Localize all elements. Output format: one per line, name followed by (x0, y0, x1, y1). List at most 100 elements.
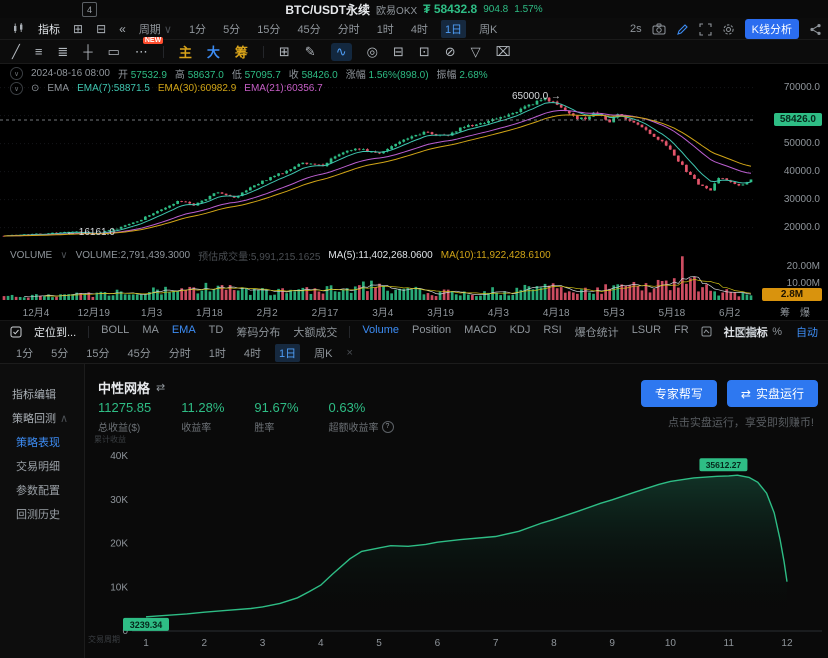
indicator-Position[interactable]: Position (412, 324, 451, 340)
ema-name: EMA (47, 83, 69, 94)
replay-icon[interactable]: « (119, 22, 126, 36)
close-tab-icon[interactable]: × (346, 347, 352, 359)
copy-tool-icon[interactable]: ⊞ (279, 44, 290, 60)
wave-brush-icon[interactable]: ∿ (331, 43, 352, 61)
indicator-KDJ[interactable]: KDJ (510, 324, 531, 340)
timeframe-4时[interactable]: 4时 (407, 20, 432, 38)
volume-name[interactable]: VOLUME (10, 250, 52, 261)
price-chart-region[interactable]: ∨ 2024-08-16 08:00 开 57532.9 高 58637.0 低… (0, 64, 828, 320)
rect-tool-icon[interactable]: ▭ (108, 44, 120, 60)
svg-text:30K: 30K (110, 495, 128, 506)
timeframe2-1日[interactable]: 1日 (275, 344, 300, 362)
eraser-icon[interactable]: ⊘ (445, 44, 456, 60)
timeframe2-1时[interactable]: 1时 (205, 344, 230, 362)
volume-collapse-icon[interactable]: ∨ (60, 250, 67, 261)
indicator-MACD[interactable]: MACD (464, 324, 496, 340)
ema30-value: EMA(30):60982.9 (158, 83, 236, 94)
sidebar-item-label: 策略表现 (16, 434, 60, 450)
share-icon[interactable] (809, 23, 822, 36)
axis-tool-icon-筹[interactable]: 筹 (780, 304, 790, 319)
locate-button[interactable]: 定位到... (34, 324, 76, 340)
timeframe2-15分[interactable]: 15分 (82, 344, 113, 362)
trash-icon[interactable]: ⌧ (496, 44, 511, 60)
price-tick-50000: 50000.0 (760, 138, 820, 149)
indicator-FR[interactable]: FR (674, 324, 689, 340)
refresh-interval[interactable]: 2s (630, 23, 642, 35)
scale-option-对数[interactable]: 对数 (736, 324, 758, 340)
price-change-pct: 1.57% (514, 4, 542, 15)
sidebar-item-回测历史[interactable]: 回测历史 (0, 502, 84, 526)
indicator-RSI[interactable]: RSI (543, 324, 561, 340)
channel-lines-icon[interactable]: ≣ (57, 44, 68, 60)
axis-tool-icon-爆[interactable]: 爆 (800, 304, 810, 319)
timeframe-周K[interactable]: 周K (475, 20, 501, 38)
timeframe2-周K[interactable]: 周K (310, 344, 336, 362)
timeframe-15分[interactable]: 15分 (253, 20, 284, 38)
large-text-toggle[interactable]: 大 (207, 42, 220, 61)
swap-strategy-icon[interactable]: ⇄ (156, 381, 165, 394)
template-icon[interactable]: ⊟ (393, 44, 404, 60)
candlestick-chart[interactable] (0, 64, 828, 320)
scale-option-%[interactable]: % (772, 326, 782, 338)
note-icon[interactable]: ⊡ (419, 44, 430, 60)
indicator-大额成交[interactable]: 大额成交 (293, 324, 337, 340)
main-chart-toggle[interactable]: 主 (179, 42, 192, 61)
pencil-tool-icon[interactable]: ✎ (305, 44, 316, 60)
scale-option-自动[interactable]: 自动 (796, 324, 818, 340)
cross-marker-icon[interactable]: ┼ (83, 44, 92, 59)
equity-curve-chart[interactable]: 010K20K30K40K123456789101112累计收益交易周期3239… (86, 430, 828, 658)
expert-write-button[interactable]: 专家帮写 (641, 380, 717, 407)
ema-indicator-dot[interactable]: ⊙ (31, 83, 39, 94)
indicator-BOLL[interactable]: BOLL (101, 324, 129, 340)
timeframe2-1分[interactable]: 1分 (12, 344, 37, 362)
action-buttons: 专家帮写 ⇄实盘运行 (641, 380, 818, 407)
svg-text:1: 1 (143, 638, 149, 649)
timeframe-1日[interactable]: 1日 (441, 20, 466, 38)
trend-line-icon[interactable]: ╱ (12, 44, 20, 60)
timeframe-分时[interactable]: 分时 (334, 20, 364, 38)
timeframe-5分[interactable]: 5分 (219, 20, 244, 38)
orderflow-icon[interactable]: ◎ (367, 44, 378, 60)
sidebar-item-参数配置[interactable]: 参数配置 (0, 478, 84, 502)
sidebar-item-交易明细[interactable]: 交易明细 (0, 454, 84, 478)
volume-tick-20: 20.00M (760, 261, 820, 272)
indicator-icon[interactable] (12, 22, 25, 35)
community-icon[interactable] (701, 326, 712, 337)
timeframe2-分时[interactable]: 分时 (165, 344, 195, 362)
camera-icon[interactable] (652, 23, 666, 35)
locate-icon[interactable] (10, 326, 22, 338)
filter-funnel-icon[interactable]: ▽ (471, 44, 481, 60)
indicator-MA[interactable]: MA (142, 324, 159, 340)
timeframe2-4时[interactable]: 4时 (240, 344, 265, 362)
layout-icon[interactable]: ⊟ (96, 22, 106, 36)
period-dropdown[interactable]: 周期 ∨ (139, 21, 172, 37)
sidebar-item-指标编辑[interactable]: 指标编辑 (0, 382, 84, 406)
timeframe-1时[interactable]: 1时 (373, 20, 398, 38)
compare-chart-icon[interactable]: ⊞ (73, 22, 83, 36)
indicator-Volume[interactable]: Volume (362, 324, 399, 340)
draw-pencil-icon[interactable] (676, 23, 689, 36)
indicator-EMA[interactable]: EMA (172, 324, 196, 340)
timeframe-1分[interactable]: 1分 (185, 20, 210, 38)
chip-toggle[interactable]: 筹 (235, 42, 248, 61)
sidebar-item-策略表现[interactable]: 策略表现 (0, 430, 84, 454)
fib-lines-icon[interactable]: ≡ (35, 44, 43, 59)
live-run-button[interactable]: ⇄实盘运行 (727, 380, 818, 407)
collapse-icon[interactable]: ∨ (10, 82, 23, 95)
more-tools-icon[interactable]: ⋯NEW (135, 44, 148, 60)
indicator-LSUR[interactable]: LSUR (632, 324, 661, 340)
settings-gear-icon[interactable] (722, 23, 735, 36)
indicator-TD[interactable]: TD (209, 324, 224, 340)
fullscreen-icon[interactable] (699, 23, 712, 36)
indicator-爆仓统计[interactable]: 爆仓统计 (575, 324, 619, 340)
last-price: ₮ 58432.8 (423, 2, 477, 16)
sidebar-item-策略回测[interactable]: 策略回测∧ (0, 406, 84, 430)
timeframe2-45分[interactable]: 45分 (124, 344, 155, 362)
indicators-button[interactable]: 指标 (38, 21, 60, 37)
kline-analysis-button[interactable]: K线分析 (745, 19, 799, 39)
indicator-筹码分布[interactable]: 筹码分布 (236, 324, 280, 340)
timeframe2-5分[interactable]: 5分 (47, 344, 72, 362)
collapse-icon[interactable]: ∨ (10, 67, 23, 80)
volume-ma10: MA(10):11,922,428.6100 (441, 250, 551, 261)
timeframe-45分[interactable]: 45分 (293, 20, 324, 38)
